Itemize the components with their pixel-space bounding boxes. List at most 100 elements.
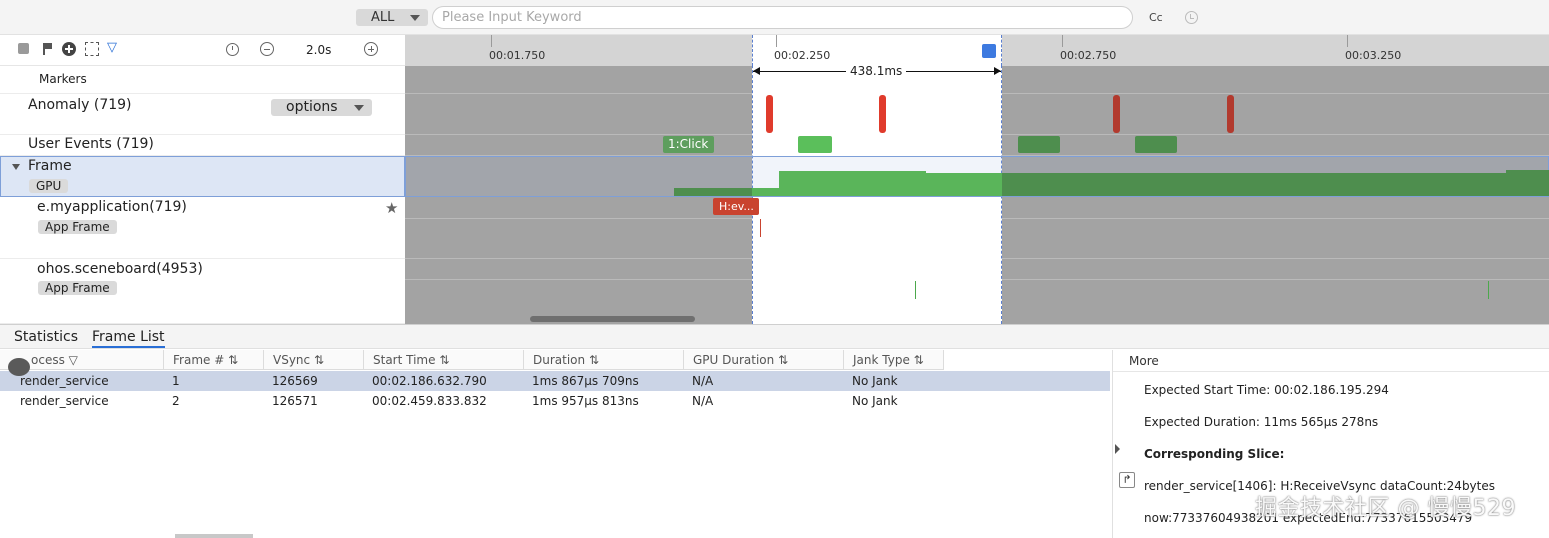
expected-duration: Expected Duration: 11ms 565μs 278ns: [1144, 415, 1379, 429]
filter-icon[interactable]: ▽: [69, 353, 78, 367]
range-duration-label: 438.1ms: [846, 66, 907, 78]
clock-icon[interactable]: [226, 43, 239, 56]
table-row[interactable]: render_service 1 126569 00:02.186.632.79…: [0, 371, 1110, 391]
user-event[interactable]: [798, 136, 832, 153]
user-event[interactable]: [1135, 136, 1177, 153]
tab-frame-list[interactable]: Frame List: [92, 329, 165, 348]
jump-to-slice-icon[interactable]: ↱: [1119, 472, 1135, 488]
track-tag: App Frame: [38, 281, 117, 295]
track-label: Anomaly (719): [28, 97, 132, 113]
arrow-right-icon: [994, 67, 1001, 75]
bottom-tabs: Statistics Frame List: [0, 325, 1549, 349]
sort-icon[interactable]: ⇅: [589, 353, 599, 367]
gpu-frame-area[interactable]: [779, 171, 926, 196]
sort-icon[interactable]: ⇅: [439, 353, 449, 367]
cell-process: render_service: [20, 394, 109, 408]
zoom-out-icon[interactable]: [260, 42, 274, 56]
anomaly-mark[interactable]: [879, 95, 886, 133]
anomaly-mark[interactable]: [1113, 95, 1120, 133]
track-app-sceneboard[interactable]: ohos.sceneboard(4953) App Frame: [0, 259, 405, 324]
app-frame-mark[interactable]: [1488, 281, 1489, 299]
timeline-lanes[interactable]: 438.1ms 1:Click H:ev...: [405, 66, 1549, 324]
chevron-right-icon[interactable]: [1115, 444, 1120, 454]
corresponding-slice-heading: Corresponding Slice:: [1144, 447, 1285, 461]
sort-icon[interactable]: ⇅: [314, 353, 324, 367]
timeline-ruler[interactable]: 00:01.750 00:02.250 00:02.750 00:03.250: [405, 35, 1549, 66]
column-header-frame[interactable]: Frame # ⇅: [164, 350, 264, 370]
zoom-in-icon[interactable]: [364, 42, 378, 56]
lane-divider: [405, 93, 1549, 94]
column-title: Jank Type: [853, 353, 910, 367]
lane-divider: [405, 258, 1549, 259]
column-header-gpu-duration[interactable]: GPU Duration ⇅: [684, 350, 844, 370]
cell-frame: 1: [172, 374, 180, 388]
gpu-frame-area[interactable]: [926, 173, 1002, 196]
app-frame-mark[interactable]: [915, 281, 916, 299]
cell-vsync: 126569: [272, 374, 318, 388]
column-header-vsync[interactable]: VSync ⇅: [264, 350, 364, 370]
case-sensitive-toggle[interactable]: Cc: [1149, 11, 1163, 24]
gpu-frame-area[interactable]: [674, 188, 752, 196]
chevron-down-icon: [410, 15, 420, 21]
bookmark-icon[interactable]: [982, 44, 996, 58]
filter-select-value: ALL: [371, 10, 395, 25]
time-scale-label: 2.0s: [306, 43, 332, 57]
search-input[interactable]: [432, 6, 1133, 29]
tick-mark: [1347, 35, 1348, 47]
horizontal-scrollbar[interactable]: [530, 316, 695, 322]
sort-icon[interactable]: ⇅: [778, 353, 788, 367]
add-circle-icon[interactable]: [62, 42, 76, 56]
user-event[interactable]: [1018, 136, 1060, 153]
anomaly-mark[interactable]: [1227, 95, 1234, 133]
table-row[interactable]: render_service 2 126571 00:02.459.833.83…: [0, 391, 1110, 411]
tick-label: 00:02.750: [1060, 49, 1117, 62]
user-event-click[interactable]: 1:Click: [663, 136, 714, 153]
cell-jank-type: No Jank: [852, 394, 898, 408]
app-frame-slice[interactable]: H:ev...: [713, 198, 759, 215]
column-title: ocess: [31, 353, 65, 367]
select-area-icon[interactable]: [85, 42, 99, 56]
sort-icon[interactable]: ⇅: [914, 353, 924, 367]
track-label: ohos.sceneboard(4953): [37, 261, 203, 277]
history-icon[interactable]: [1185, 11, 1198, 24]
gpu-frame-area[interactable]: [1002, 173, 1506, 196]
lane-divider: [405, 218, 1549, 219]
tick-mark: [1062, 35, 1063, 47]
track-tag: App Frame: [38, 220, 117, 234]
track-label: Markers: [39, 72, 87, 86]
track-user-events[interactable]: User Events (719): [0, 135, 405, 156]
gpu-frame-area[interactable]: [752, 188, 779, 196]
track-anomaly[interactable]: Anomaly (719) options: [0, 94, 405, 135]
track-markers: Markers: [0, 66, 405, 94]
options-label: options: [286, 99, 338, 115]
more-panel-title: More: [1113, 350, 1549, 372]
cell-duration: 1ms 867μs 709ns: [532, 374, 639, 388]
bottom-scrollbar[interactable]: [175, 534, 253, 538]
table-settings-icon[interactable]: [8, 358, 30, 376]
expand-icon[interactable]: [12, 164, 20, 170]
cell-start-time: 00:02.186.632.790: [372, 374, 487, 388]
lane-divider: [405, 279, 1549, 280]
flag-icon[interactable]: [41, 42, 55, 56]
star-icon[interactable]: ★: [385, 199, 398, 217]
anomaly-mark[interactable]: [766, 95, 773, 133]
options-dropdown[interactable]: options: [271, 99, 372, 116]
column-title: GPU Duration: [693, 353, 775, 367]
track-app-myapplication[interactable]: e.myapplication(719) App Frame ★: [0, 197, 405, 259]
column-header-start-time[interactable]: Start Time ⇅: [364, 350, 524, 370]
tab-statistics[interactable]: Statistics: [14, 329, 78, 345]
filter-select[interactable]: ALL: [356, 9, 428, 26]
chevron-down-icon: [354, 105, 364, 111]
column-header-duration[interactable]: Duration ⇅: [524, 350, 684, 370]
column-header-jank-type[interactable]: Jank Type ⇅: [844, 350, 944, 370]
tick-mark: [491, 35, 492, 47]
gpu-frame-area[interactable]: [1506, 170, 1549, 196]
stop-icon[interactable]: [18, 43, 29, 54]
app-frame-mark[interactable]: [760, 219, 761, 237]
arrow-left-icon: [753, 67, 760, 75]
filter-icon[interactable]: ▽: [107, 40, 121, 55]
search-toolbar: ALL Cc: [0, 0, 1549, 35]
track-label: User Events (719): [28, 136, 154, 152]
track-frame[interactable]: Frame GPU: [0, 156, 405, 197]
sort-icon[interactable]: ⇅: [228, 353, 238, 367]
